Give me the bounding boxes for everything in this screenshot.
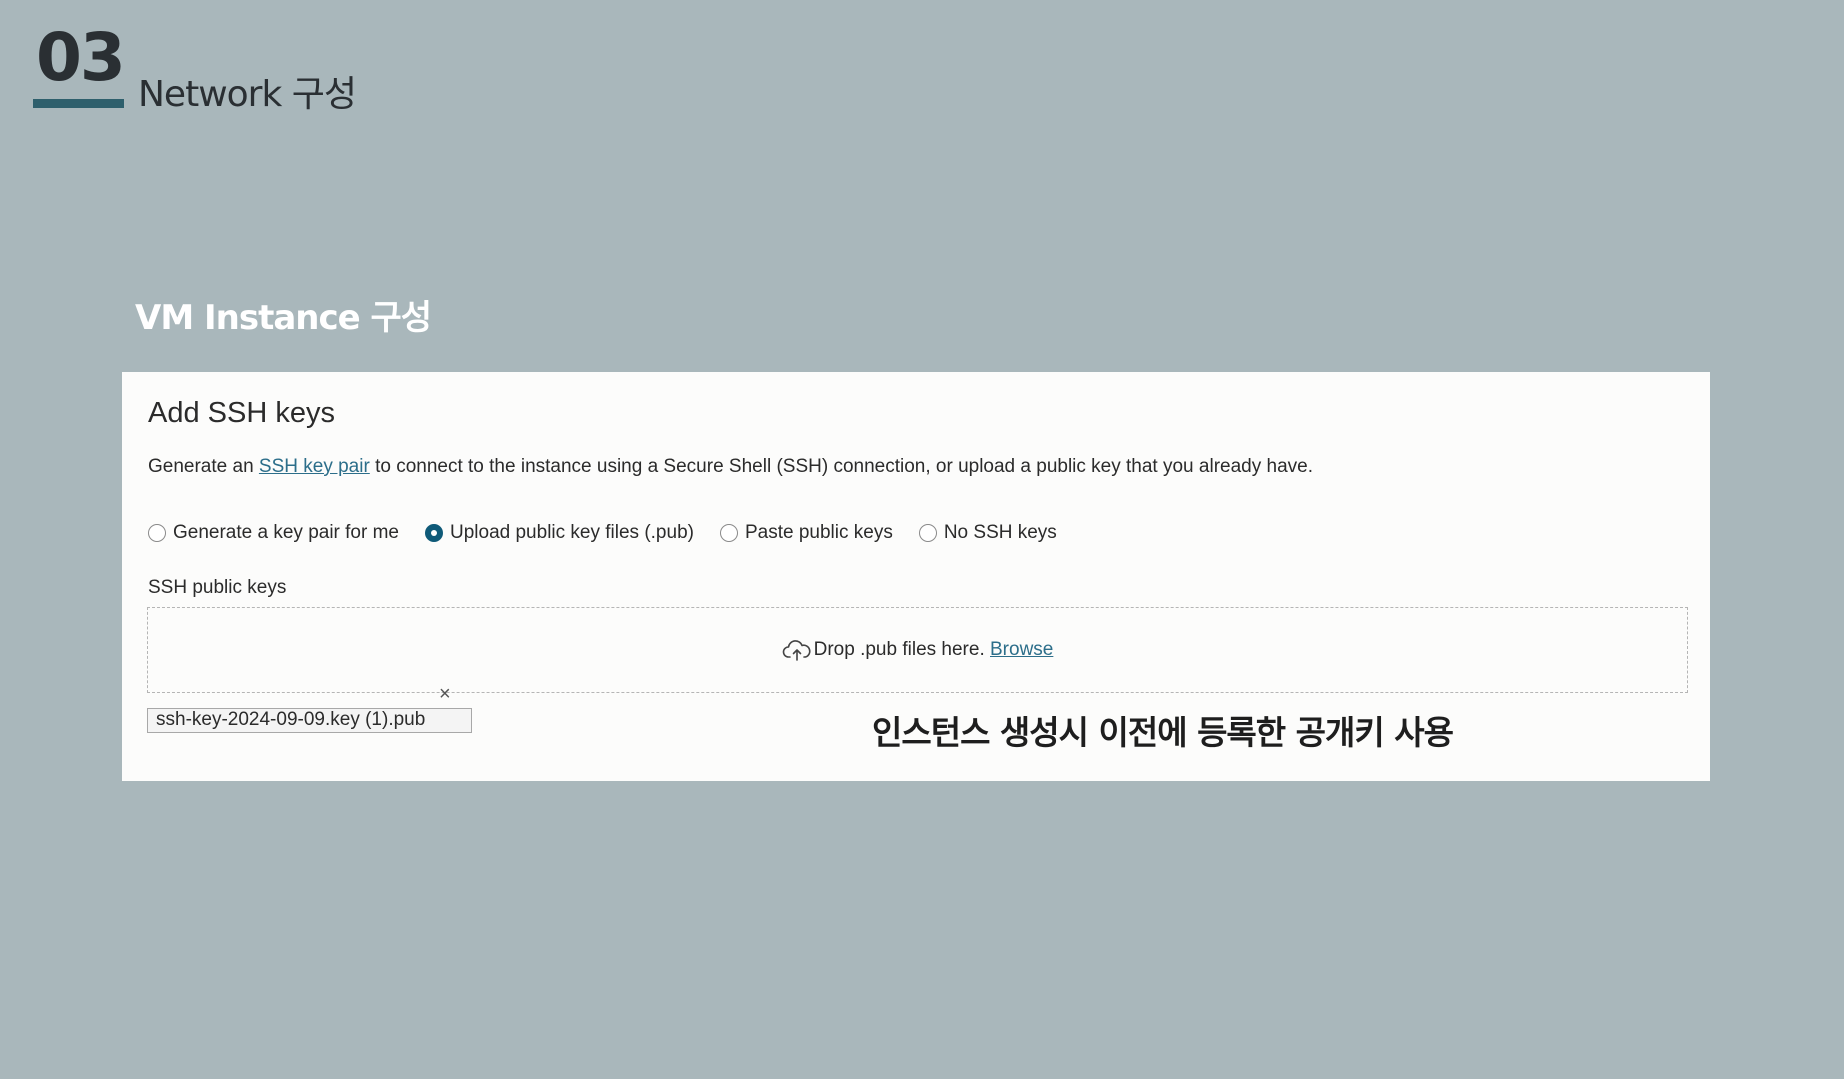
panel-description: Generate an SSH key pair to connect to t… (148, 454, 1313, 480)
radio-button[interactable] (148, 524, 166, 542)
description-suffix: to connect to the instance using a Secur… (369, 456, 1313, 477)
radio-label: Upload public key files (.pub) (450, 522, 694, 543)
radio-button[interactable] (719, 524, 738, 542)
file-dropzone[interactable]: Drop .pub files here. Browse (147, 607, 1688, 693)
dropzone-text: Drop .pub files here. (813, 639, 985, 660)
section-title: Network 구성 (138, 74, 357, 115)
radio-button-selected[interactable] (425, 524, 443, 542)
radio-label: Generate a key pair for me (173, 522, 399, 543)
radio-label: Paste public keys (744, 522, 893, 543)
radio-upload-public-key[interactable]: Upload public key files (.pub) (425, 520, 694, 546)
ssh-keys-panel: Add SSH keys Generate an SSH key pair to… (122, 372, 1710, 781)
ssh-public-keys-label: SSH public keys (148, 577, 287, 598)
radio-label: No SSH keys (943, 522, 1057, 543)
remove-file-icon[interactable]: × (439, 684, 451, 704)
annotation-caption: 인스턴스 생성시 이전에 등록한 공개키 사용 (872, 713, 1454, 752)
ssh-key-option-group: Generate a key pair for me Upload public… (148, 518, 1083, 548)
browse-link[interactable]: Browse (990, 637, 1053, 663)
section-number: 03 (36, 19, 126, 96)
cloud-upload-icon (782, 638, 812, 662)
section-underline (33, 99, 124, 108)
radio-no-ssh-keys[interactable]: No SSH keys (918, 520, 1057, 546)
uploaded-file-chip: ssh-key-2024-09-09.key (1).pub (147, 708, 472, 733)
radio-generate-key-pair[interactable]: Generate a key pair for me (148, 520, 399, 546)
description-prefix: Generate an (148, 456, 259, 477)
dropzone-content: Drop .pub files here. Browse (782, 637, 1053, 663)
slide-subtitle: VM Instance 구성 (135, 298, 432, 338)
radio-paste-public-keys[interactable]: Paste public keys (719, 520, 893, 546)
panel-title: Add SSH keys (148, 397, 335, 429)
radio-button[interactable] (918, 524, 937, 542)
ssh-key-pair-link[interactable]: SSH key pair (259, 456, 370, 477)
